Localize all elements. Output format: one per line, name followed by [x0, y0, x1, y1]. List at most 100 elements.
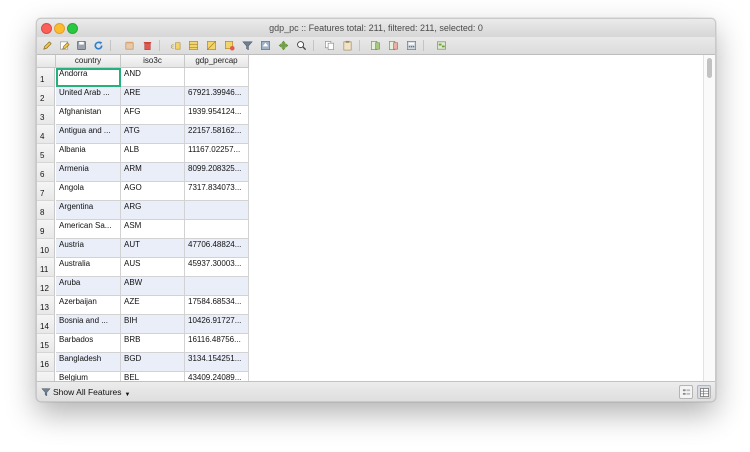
table-row[interactable]: 16 Bangladesh BGD 3134.154251... — [37, 353, 249, 372]
cell-iso3c[interactable]: ALB — [121, 144, 185, 163]
cell-gdp-percap[interactable]: 22157.58162... — [185, 125, 249, 144]
cell-country[interactable]: Bangladesh — [56, 353, 121, 372]
cell-iso3c[interactable]: BGD — [121, 353, 185, 372]
cell-country[interactable]: Belgium — [56, 372, 121, 381]
column-header-iso3c[interactable]: iso3c — [121, 55, 185, 68]
pan-map-icon[interactable] — [277, 39, 290, 52]
new-field-icon[interactable] — [369, 39, 382, 52]
cell-gdp-percap[interactable]: 3134.154251... — [185, 353, 249, 372]
table-row[interactable]: Belgium BEL 43409.24089... — [37, 372, 249, 381]
row-number-header[interactable]: 6 — [37, 163, 55, 182]
expression-select-icon[interactable]: ε — [169, 39, 182, 52]
cell-iso3c[interactable]: ARG — [121, 201, 185, 220]
cell-country[interactable]: Afghanistan — [56, 106, 121, 125]
cell-country[interactable]: Barbados — [56, 334, 121, 353]
table-row[interactable]: 1 Andorra AND — [37, 68, 249, 87]
cell-gdp-percap[interactable] — [185, 277, 249, 296]
cell-iso3c[interactable]: AGO — [121, 182, 185, 201]
cell-country[interactable]: Aruba — [56, 277, 121, 296]
row-number-header[interactable]: 2 — [37, 87, 55, 106]
cell-gdp-percap[interactable]: 7317.834073... — [185, 182, 249, 201]
cell-gdp-percap[interactable] — [185, 220, 249, 239]
row-number-header[interactable]: 16 — [37, 353, 55, 372]
field-calculator-icon[interactable] — [405, 39, 418, 52]
row-number-header[interactable]: 3 — [37, 106, 55, 125]
row-number-header[interactable]: 11 — [37, 258, 55, 277]
cell-iso3c[interactable]: AZE — [121, 296, 185, 315]
cell-country[interactable]: Bosnia and ... — [56, 315, 121, 334]
cell-gdp-percap[interactable]: 1939.954124... — [185, 106, 249, 125]
cell-country[interactable]: Argentina — [56, 201, 121, 220]
column-header-country[interactable]: country — [56, 55, 121, 68]
cell-gdp-percap[interactable]: 17584.68534... — [185, 296, 249, 315]
cell-gdp-percap[interactable] — [185, 201, 249, 220]
cell-iso3c[interactable]: ATG — [121, 125, 185, 144]
cell-country[interactable]: Austria — [56, 239, 121, 258]
save-edits-icon[interactable] — [75, 39, 88, 52]
copy-rows-icon[interactable] — [323, 39, 336, 52]
vertical-scrollbar[interactable] — [703, 55, 715, 381]
paste-rows-icon[interactable] — [341, 39, 354, 52]
table-row[interactable]: 12 Aruba ABW — [37, 277, 249, 296]
cell-iso3c[interactable]: BEL — [121, 372, 185, 381]
table-row[interactable]: 10 Austria AUT 47706.48824... — [37, 239, 249, 258]
table-row[interactable]: 3 Afghanistan AFG 1939.954124... — [37, 106, 249, 125]
cell-country[interactable]: United Arab ... — [56, 87, 121, 106]
edit-pencil-icon[interactable] — [41, 39, 54, 52]
cell-gdp-percap[interactable]: 43409.24089... — [185, 372, 249, 381]
row-number-header[interactable]: 12 — [37, 277, 55, 296]
trash-icon[interactable] — [141, 39, 154, 52]
row-number-header[interactable]: 14 — [37, 315, 55, 334]
delete-selected-icon[interactable] — [123, 39, 136, 52]
cell-gdp-percap[interactable]: 16116.48756... — [185, 334, 249, 353]
cell-iso3c[interactable]: ASM — [121, 220, 185, 239]
cell-country[interactable]: Andorra — [56, 68, 121, 87]
move-to-top-icon[interactable] — [259, 39, 272, 52]
row-number-header[interactable]: 9 — [37, 220, 55, 239]
cell-iso3c[interactable]: AUS — [121, 258, 185, 277]
cell-country[interactable]: Armenia — [56, 163, 121, 182]
cell-country[interactable]: Angola — [56, 182, 121, 201]
row-number-header[interactable]: 13 — [37, 296, 55, 315]
reload-icon[interactable] — [92, 39, 105, 52]
table-row[interactable]: 15 Barbados BRB 16116.48756... — [37, 334, 249, 353]
cell-iso3c[interactable]: ARM — [121, 163, 185, 182]
row-number-header[interactable] — [37, 372, 55, 381]
table-view-button[interactable] — [697, 385, 711, 399]
scrollbar-thumb[interactable] — [707, 58, 712, 78]
cell-iso3c[interactable]: AUT — [121, 239, 185, 258]
row-number-header[interactable]: 1 — [37, 68, 55, 87]
table-row[interactable]: 5 Albania ALB 11167.02257... — [37, 144, 249, 163]
table-row[interactable]: 8 Argentina ARG — [37, 201, 249, 220]
cell-iso3c[interactable]: BIH — [121, 315, 185, 334]
row-number-header[interactable]: 7 — [37, 182, 55, 201]
cell-country[interactable]: American Sa... — [56, 220, 121, 239]
cell-country[interactable]: Antigua and ... — [56, 125, 121, 144]
select-all-icon[interactable] — [187, 39, 200, 52]
cell-country[interactable]: Azerbaijan — [56, 296, 121, 315]
minimize-window-button[interactable] — [54, 23, 65, 34]
table-corner-header[interactable] — [37, 55, 56, 68]
zoom-to-selection-icon[interactable] — [295, 39, 308, 52]
row-number-header[interactable]: 10 — [37, 239, 55, 258]
deselect-all-icon[interactable] — [223, 39, 236, 52]
show-all-features-dropdown[interactable]: Show All Features ▼ — [41, 385, 130, 399]
cell-iso3c[interactable]: AND — [121, 68, 185, 87]
cell-gdp-percap[interactable]: 45937.30003... — [185, 258, 249, 277]
table-row[interactable]: 13 Azerbaijan AZE 17584.68534... — [37, 296, 249, 315]
delete-field-icon[interactable] — [387, 39, 400, 52]
cell-iso3c[interactable]: AFG — [121, 106, 185, 125]
cell-gdp-percap[interactable]: 47706.48824... — [185, 239, 249, 258]
form-view-button[interactable] — [679, 385, 693, 399]
filter-select-icon[interactable] — [241, 39, 254, 52]
cell-iso3c[interactable]: BRB — [121, 334, 185, 353]
cell-iso3c[interactable]: ARE — [121, 87, 185, 106]
table-row[interactable]: 4 Antigua and ... ATG 22157.58162... — [37, 125, 249, 144]
row-number-header[interactable]: 5 — [37, 144, 55, 163]
table-row[interactable]: 14 Bosnia and ... BIH 10426.91727... — [37, 315, 249, 334]
multi-edit-icon[interactable] — [58, 39, 71, 52]
column-header-gdp-percap[interactable]: gdp_percap — [185, 55, 249, 68]
table-row[interactable]: 6 Armenia ARM 8099.208325... — [37, 163, 249, 182]
cell-iso3c[interactable]: ABW — [121, 277, 185, 296]
row-number-header[interactable]: 15 — [37, 334, 55, 353]
